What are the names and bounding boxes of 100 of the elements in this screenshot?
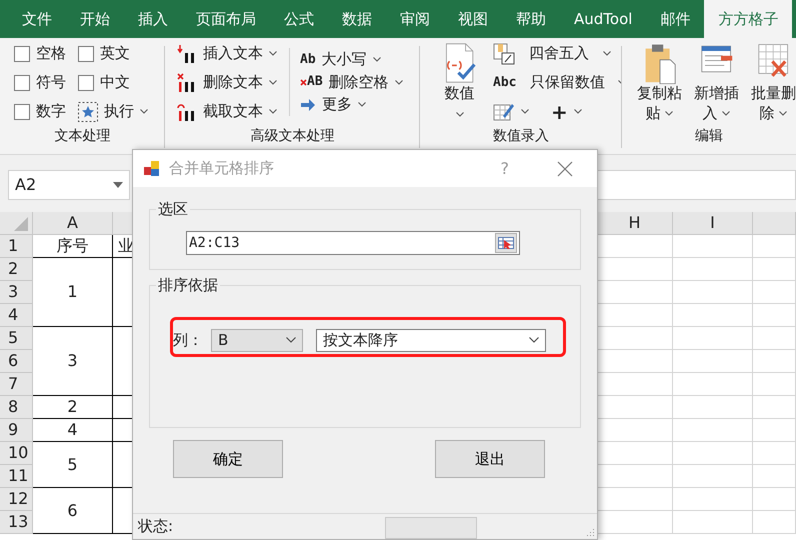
table-cell bbox=[753, 442, 796, 465]
menu-button[interactable]: 插入文本 bbox=[175, 39, 279, 68]
row-header[interactable]: 10 bbox=[0, 442, 33, 465]
ribbon-tab[interactable]: AudTool bbox=[560, 0, 646, 38]
corner-triangle-icon bbox=[14, 217, 28, 231]
checkbox[interactable] bbox=[14, 46, 30, 62]
column-header[interactable]: A bbox=[33, 212, 113, 235]
menu-button[interactable]: Abc 只保留数值 bbox=[491, 68, 622, 97]
ribbon-tab[interactable]: 公式 bbox=[270, 0, 328, 38]
checkbox[interactable] bbox=[78, 46, 94, 62]
checkbox-label[interactable]: 数字 bbox=[36, 100, 66, 123]
group-label: 高级文本处理 bbox=[250, 127, 334, 146]
order-select[interactable]: 按文本降序 bbox=[316, 328, 546, 352]
round-number-icon bbox=[493, 42, 515, 64]
checkbox-label[interactable]: 英文 bbox=[100, 42, 130, 65]
caret-icon bbox=[603, 51, 611, 56]
menu-button[interactable]: AB 删除空格 bbox=[298, 70, 405, 94]
field-label: 列： bbox=[173, 330, 203, 351]
menu-button[interactable]: 更多 bbox=[298, 93, 405, 116]
menu-button[interactable]: 截取文本 bbox=[175, 97, 279, 126]
ribbon-tab[interactable]: 开始 bbox=[66, 0, 124, 38]
menu-button[interactable]: 删除文本 bbox=[175, 68, 279, 97]
status-label: 状态: bbox=[138, 516, 174, 538]
ribbon-tab[interactable]: 视图 bbox=[444, 0, 502, 38]
caret-icon bbox=[358, 102, 366, 108]
ribbon-tab[interactable]: 方方格子 bbox=[704, 0, 792, 38]
ribbon-tab[interactable]: 帮助 bbox=[502, 0, 560, 38]
checkbox[interactable] bbox=[14, 74, 30, 90]
caret-icon bbox=[665, 110, 674, 116]
caret-icon bbox=[394, 80, 403, 84]
table-cell bbox=[753, 373, 796, 396]
ribbon-large-button[interactable]: 数值 bbox=[432, 39, 487, 116]
clipboard-icon bbox=[644, 42, 676, 84]
row-header[interactable]: 2 bbox=[0, 258, 33, 281]
range-picker-button[interactable] bbox=[495, 233, 517, 253]
menu-button[interactable]: 执行 bbox=[76, 97, 150, 126]
checkbox-label[interactable]: 空格 bbox=[36, 42, 66, 65]
resize-grip-icon bbox=[587, 529, 594, 536]
close-icon[interactable] bbox=[557, 160, 573, 176]
row-header[interactable]: 4 bbox=[0, 304, 33, 327]
ribbon-tab[interactable]: 审阅 bbox=[386, 0, 444, 38]
dropdown-icon bbox=[113, 182, 123, 188]
table-cell: 2 bbox=[33, 396, 113, 419]
ribbon-tab[interactable]: 文件 bbox=[8, 0, 66, 38]
row-header[interactable]: 1 bbox=[0, 235, 33, 258]
group-label: 排序依据 bbox=[157, 278, 219, 293]
table-cell: 序号 bbox=[33, 235, 113, 258]
column-header[interactable]: I bbox=[673, 212, 753, 235]
row-header[interactable]: 9 bbox=[0, 419, 33, 442]
caret-icon bbox=[140, 109, 148, 114]
ribbon-tab[interactable]: 数据 bbox=[328, 0, 386, 38]
table-cell bbox=[753, 396, 796, 419]
checkbox-label[interactable]: 中文 bbox=[100, 71, 130, 94]
delete-text-icon bbox=[177, 72, 197, 92]
row-header[interactable]: 3 bbox=[0, 281, 33, 304]
ribbon-tab[interactable]: 插入 bbox=[124, 0, 182, 38]
arrow-right-icon bbox=[300, 98, 316, 112]
chevron-down-icon bbox=[529, 337, 539, 343]
table-edit-icon bbox=[493, 102, 515, 122]
name-box[interactable]: A2 bbox=[8, 170, 130, 200]
row-header[interactable]: 8 bbox=[0, 396, 33, 419]
caret-icon bbox=[372, 56, 381, 62]
row-header[interactable]: 7 bbox=[0, 373, 33, 396]
table-cell: 4 bbox=[33, 419, 113, 442]
checkbox[interactable] bbox=[78, 74, 94, 90]
checkbox[interactable] bbox=[14, 104, 30, 120]
exit-button[interactable]: 退出 bbox=[435, 440, 545, 478]
table-cell bbox=[753, 419, 796, 442]
caret-icon bbox=[269, 109, 277, 114]
column-select[interactable]: B bbox=[211, 328, 303, 352]
app-icon bbox=[143, 160, 161, 178]
row-header[interactable]: 6 bbox=[0, 350, 33, 373]
table-cell bbox=[753, 304, 796, 327]
abc-icon: Abc bbox=[493, 72, 516, 92]
row-header[interactable]: 13 bbox=[0, 511, 33, 534]
ribbon-tab[interactable]: 邮件 bbox=[646, 0, 704, 38]
plus-menu-button[interactable]: + bbox=[549, 97, 584, 126]
ribbon-tab[interactable]: 页面布局 bbox=[182, 0, 270, 38]
ribbon-large-button[interactable]: 复制粘贴 bbox=[632, 39, 687, 123]
row-header[interactable]: 11 bbox=[0, 465, 33, 488]
menu-button[interactable]: 四舍五入 bbox=[491, 39, 622, 68]
table-cell bbox=[753, 258, 796, 281]
ok-button[interactable]: 确定 bbox=[173, 440, 283, 478]
ribbon-large-button[interactable]: 新增插入 bbox=[689, 39, 744, 123]
group-label: 文本处理 bbox=[54, 127, 110, 146]
column-header[interactable]: H bbox=[597, 212, 673, 235]
row-header[interactable]: 5 bbox=[0, 327, 33, 350]
table-cell bbox=[753, 327, 796, 350]
caret-icon bbox=[269, 80, 277, 85]
dialog-title: 合并单元格排序 bbox=[169, 158, 275, 180]
range-field[interactable]: A2:C13 bbox=[186, 231, 520, 255]
table-cell bbox=[753, 465, 796, 488]
menu-button[interactable]: Ab 大小写 bbox=[298, 48, 405, 71]
checkbox-label[interactable]: 符号 bbox=[36, 71, 66, 94]
table-cell bbox=[753, 488, 796, 511]
caret-icon bbox=[521, 109, 529, 114]
insert-text-icon bbox=[177, 44, 197, 64]
group-label: 数值录入 bbox=[493, 127, 549, 146]
row-header[interactable]: 12 bbox=[0, 488, 33, 511]
ribbon-large-button[interactable]: 批量删除 bbox=[746, 39, 796, 123]
